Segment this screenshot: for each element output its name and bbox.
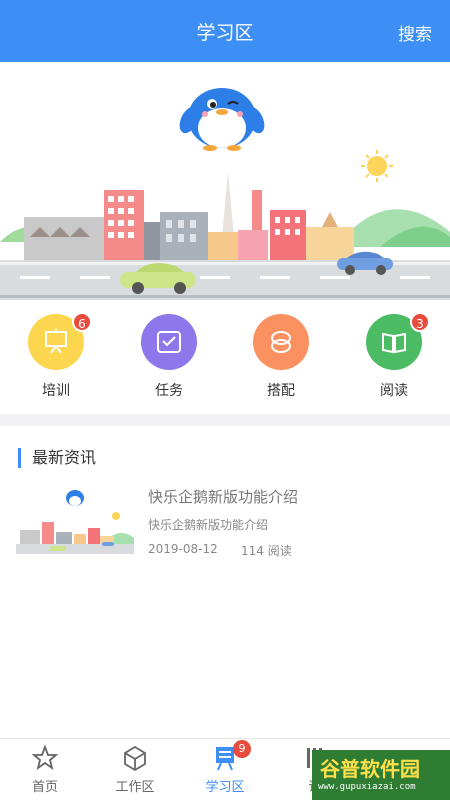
reading-icon-circle: 3 [366, 312, 430, 370]
reading-badge: 3 [410, 312, 430, 332]
presentation-board-icon [45, 329, 67, 354]
open-book-icon [382, 332, 406, 354]
quick-link-label: 阅读 [380, 383, 408, 399]
site-watermark: 谷普软件园 www.gupuxiazai.com [312, 750, 450, 800]
quick-links: 6 培训 任务 搭配 3 阅读 [0, 300, 450, 412]
quick-link-reading[interactable]: 3 阅读 [354, 312, 434, 400]
quick-link-label: 培训 [42, 383, 70, 399]
news-article[interactable]: 快乐企鹅新版功能介绍 快乐企鹅新版功能介绍 2019-08-12 114 阅读 [16, 484, 436, 564]
news-section: 最新资讯 快乐企鹅新版功能介绍 快乐企鹅新版功能介绍 2019-08-12 11 [0, 426, 450, 736]
tab-label: 工作区 [115, 780, 155, 795]
training-icon-circle: 6 [28, 312, 92, 370]
banner-illustration [0, 62, 450, 300]
check-tray-icon [157, 331, 181, 353]
article-subtitle: 快乐企鹅新版功能介绍 [148, 518, 269, 532]
top-bar: 学习区 搜索 [0, 0, 450, 62]
quick-link-task[interactable]: 任务 [129, 314, 209, 400]
study-tab-badge: 9 [233, 740, 251, 758]
watermark-url: www.gupuxiazai.com [318, 782, 416, 792]
quick-link-match[interactable]: 搭配 [241, 314, 321, 400]
section-divider [0, 414, 450, 426]
article-title: 快乐企鹅新版功能介绍 [148, 488, 299, 506]
quick-link-training[interactable]: 6 培训 [16, 312, 96, 400]
page-title: 学习区 [196, 22, 254, 44]
tab-label: 学习区 [205, 780, 245, 795]
search-button[interactable]: 搜索 [398, 20, 432, 45]
task-icon-circle [141, 314, 197, 370]
match-icon-circle [253, 314, 309, 370]
tab-study[interactable]: 9 学习区 [180, 740, 270, 795]
penguin-mascot [179, 88, 265, 151]
article-read-count: 114 阅读 [241, 544, 292, 558]
tab-label: 首页 [31, 780, 58, 795]
quick-link-label: 搭配 [267, 383, 295, 399]
training-badge: 6 [72, 312, 92, 332]
article-thumbnail [16, 484, 134, 560]
star-home-icon [31, 744, 59, 771]
watermark-cn: 谷普软件园 [320, 757, 420, 781]
section-title: 最新资讯 [18, 448, 96, 468]
link-rings-icon [271, 331, 291, 353]
sun-icon [361, 150, 393, 182]
tab-home[interactable]: 首页 [0, 744, 90, 795]
article-date: 2019-08-12 [148, 542, 218, 556]
quick-link-label: 任务 [155, 383, 183, 399]
cube-icon [124, 745, 146, 772]
tab-workspace[interactable]: 工作区 [90, 744, 180, 795]
